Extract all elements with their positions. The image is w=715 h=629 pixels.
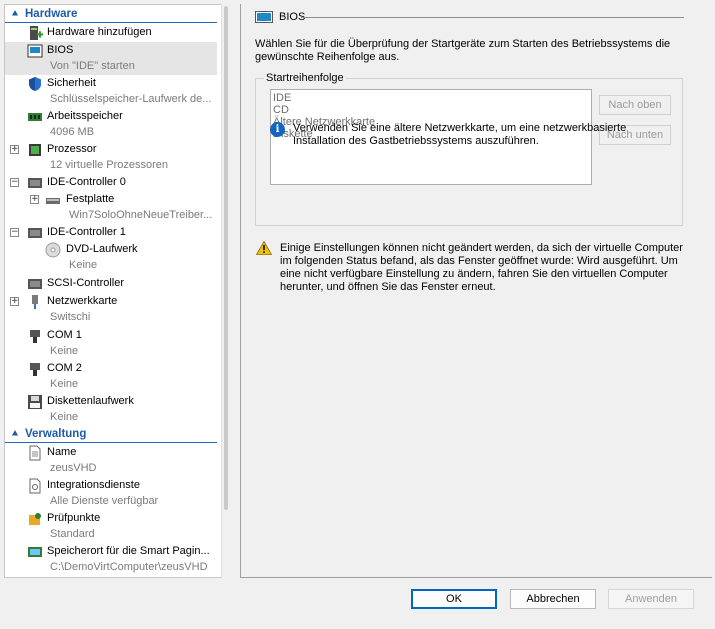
tree-item-detail: 12 virtuelle Prozessoren: [50, 159, 169, 171]
info-text: Verwenden Sie eine ältere Netzwerkkarte,…: [293, 122, 627, 147]
boot-order-item[interactable]: IDE: [273, 92, 589, 104]
serial-port-icon: [30, 330, 40, 343]
tree-item-dvd-drive[interactable]: DVD-Laufwerk Keine: [5, 241, 217, 274]
checkpoint-icon: [29, 513, 41, 525]
tree-item-integration-services[interactable]: Integrationsdienste Alle Dienste verfügb…: [5, 477, 217, 510]
tree-item-detail: Alle Dienste verfügbar: [50, 495, 159, 507]
tree-item-hard-disk[interactable]: + Festplatte Win7SoloOhneNeueTreiber...: [5, 191, 217, 224]
tree-item-label: Name: [47, 446, 77, 458]
name-document-icon: [29, 445, 41, 461]
tree-item-detail: Keine: [50, 411, 79, 423]
settings-panel: BIOS Wählen Sie für die Überprüfung der …: [240, 4, 712, 578]
tree-item-detail: Von "IDE" starten: [50, 60, 135, 72]
tree-item-network-adapter[interactable]: + Netzwerkkarte Switschi: [5, 293, 217, 326]
tree-item-processor[interactable]: + Prozessor 12 virtuelle Prozessoren: [5, 141, 217, 174]
smart-paging-icon: [28, 547, 42, 557]
tree-item-label: Sicherheit: [47, 77, 96, 89]
tree-item-label: Integrationsdienste: [47, 479, 140, 491]
tree-item-detail: Keine: [50, 378, 79, 390]
collapse-icon[interactable]: −: [10, 228, 19, 237]
tree-item-com2[interactable]: COM 2 Keine: [5, 360, 217, 393]
tree-item-detail: C:\DemoVirtComputer\zeusVHD: [50, 561, 208, 573]
boot-order-group: Startreihenfolge IDE CD Ältere Netzwerkk…: [255, 72, 683, 226]
add-hardware-icon: [30, 26, 43, 40]
tree-item-label: Festplatte: [66, 193, 115, 205]
apply-button[interactable]: Anwenden: [608, 589, 694, 609]
tree-item-checkpoints[interactable]: Prüfpunkte Standard: [5, 510, 217, 543]
tree-item-label: COM 2: [47, 362, 82, 374]
tree-item-detail: zeusVHD: [50, 462, 97, 474]
warning-icon: [256, 241, 272, 255]
shield-icon: [29, 77, 41, 91]
boot-order-item[interactable]: CD: [273, 104, 589, 116]
network-adapter-icon: [32, 295, 38, 309]
ide-controller-icon: [28, 228, 42, 238]
chevron-up-icon: ⯅: [11, 429, 19, 440]
tree-item-com1[interactable]: COM 1 Keine: [5, 327, 217, 360]
chevron-up-icon: ⯅: [11, 9, 19, 20]
cancel-button[interactable]: Abbrechen: [510, 589, 596, 609]
settings-tree: ⯅ Hardware Hardware hinzufügen BIOS Von "…: [4, 4, 229, 578]
tree-item-detail: Keine: [50, 345, 79, 357]
tree-item-label: Netzwerkkarte: [47, 295, 118, 307]
tree-item-detail: Win7SoloOhneNeueTreiber...: [69, 209, 213, 221]
memory-icon: [28, 113, 42, 121]
tree-item-label: Hardware hinzufügen: [47, 26, 152, 38]
section-hardware[interactable]: ⯅ Hardware: [5, 7, 217, 23]
tree-item-name[interactable]: Name zeusVHD: [5, 444, 217, 477]
tree-item-detail: Switschi: [50, 311, 91, 323]
dvd-disc-icon: [45, 242, 61, 258]
floppy-icon: [28, 395, 42, 409]
tree-item-label: IDE-Controller 1: [47, 226, 126, 238]
tree-item-ide-controller-1[interactable]: − IDE-Controller 1: [5, 224, 217, 241]
ok-button[interactable]: OK: [411, 589, 497, 609]
serial-port-icon: [30, 363, 40, 376]
tree-scrollbar-thumb[interactable]: [224, 6, 228, 510]
tree-item-ide-controller-0[interactable]: − IDE-Controller 0: [5, 174, 217, 191]
collapse-icon[interactable]: −: [10, 178, 19, 187]
tree-item-memory[interactable]: Arbeitsspeicher 4096 MB: [5, 108, 217, 141]
processor-icon: [29, 144, 41, 156]
info-icon: i: [270, 122, 285, 137]
header-divider: [301, 17, 684, 18]
bios-chip-icon: [27, 44, 43, 58]
tree-item-label: Diskettenlaufwerk: [47, 395, 134, 407]
ide-controller-icon: [28, 178, 42, 188]
group-label: Startreihenfolge: [264, 72, 346, 84]
tree-item-bios[interactable]: BIOS Von "IDE" starten: [5, 42, 217, 75]
tree-item-detail: Standard: [50, 528, 95, 540]
tree-item-label: COM 1: [47, 329, 82, 341]
integration-services-icon: [29, 478, 41, 494]
tree-item-label: Prozessor: [47, 143, 97, 155]
tree-item-detail: 4096 MB: [50, 126, 95, 138]
tree-item-label: DVD-Laufwerk: [66, 243, 138, 255]
tree-item-scsi-controller[interactable]: SCSI-Controller: [5, 275, 217, 292]
hard-disk-icon: [46, 198, 60, 204]
tree-item-floppy[interactable]: Diskettenlaufwerk Keine: [5, 393, 217, 426]
tree-item-security[interactable]: Sicherheit Schlüsselspeicher-Laufwerk de…: [5, 75, 217, 108]
panel-description: Wählen Sie für die Überprüfung der Start…: [255, 38, 671, 63]
tree-item-label: BIOS: [47, 44, 74, 56]
tree-item-detail: Schlüsselspeicher-Laufwerk de...: [50, 93, 212, 105]
monitor-icon: [255, 11, 273, 23]
tree-item-smart-paging[interactable]: Speicherort für die Smart Pagin... C:\De…: [5, 543, 217, 576]
tree-item-label: Arbeitsspeicher: [47, 110, 123, 122]
tree-item-label: Speicherort für die Smart Pagin...: [47, 545, 210, 557]
tree-item-label: IDE-Controller 0: [47, 176, 126, 188]
scsi-controller-icon: [28, 279, 42, 289]
expand-icon[interactable]: +: [10, 145, 19, 154]
move-up-button[interactable]: Nach oben: [599, 95, 671, 115]
tree-item-add-hardware[interactable]: Hardware hinzufügen: [5, 24, 217, 42]
expand-icon[interactable]: +: [10, 297, 19, 306]
warning-text: Einige Einstellungen können nicht geände…: [280, 242, 683, 293]
expand-icon[interactable]: +: [30, 195, 39, 204]
section-management[interactable]: ⯅ Verwaltung: [5, 427, 217, 443]
tree-item-label: Prüfpunkte: [47, 512, 101, 524]
tree-item-label: SCSI-Controller: [47, 277, 125, 289]
tree-scrollbar[interactable]: [221, 4, 230, 578]
tree-item-detail: Keine: [69, 259, 98, 271]
